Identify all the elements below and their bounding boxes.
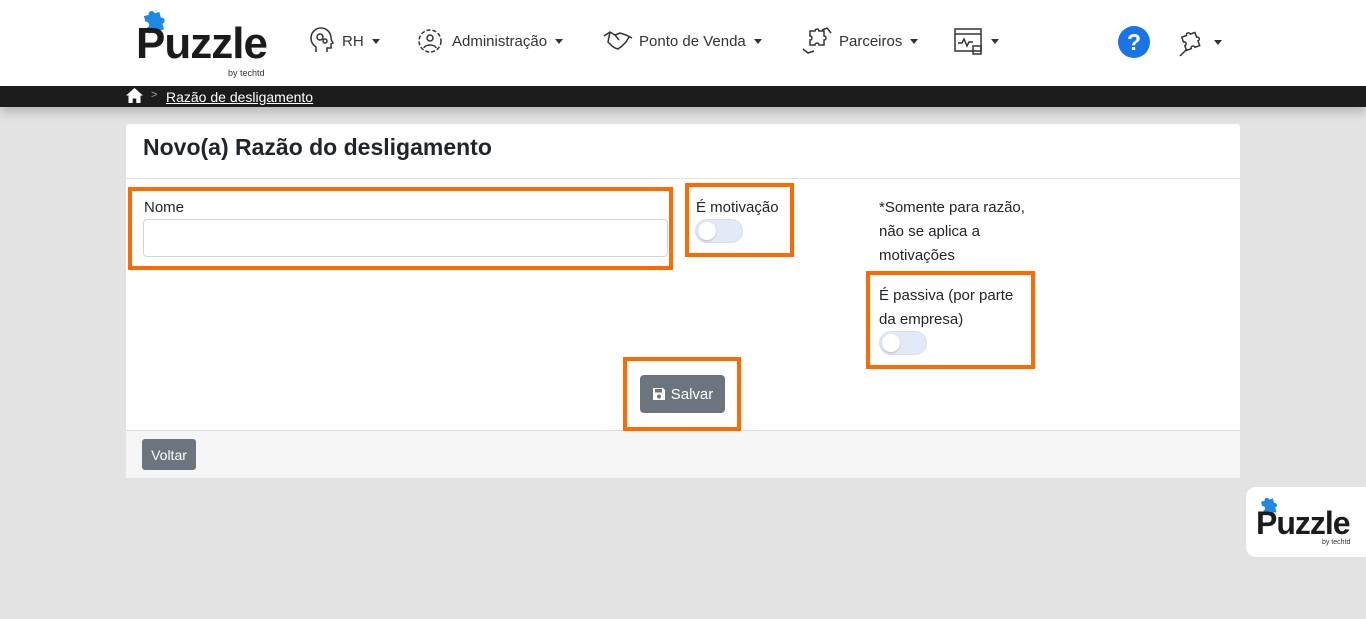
help-symbol: ? [1126,28,1142,55]
top-navbar: Puzzle by techtd RH Administração Ponto … [0,0,1366,86]
chevron-down-icon [910,38,919,44]
nav-parceiros-label: Parceiros [839,32,903,50]
nav-rh-label: RH [342,32,364,50]
card-footer [126,430,1240,478]
gear-person-icon [418,29,442,53]
home-icon[interactable] [126,88,143,103]
breadcrumb: > Razão de desligamento [0,86,1366,107]
breadcrumb-separator: > [151,89,158,101]
floating-brand-name: Puzzle [1256,505,1351,541]
motivacao-toggle[interactable] [695,219,743,243]
dashboard-icon [954,28,982,55]
passiva-label: É passiva (por parte da empresa) [879,287,1014,328]
chevron-down-icon [371,38,380,44]
toggle-knob [698,222,716,240]
settings-menu[interactable] [1176,25,1222,59]
nav-administracao[interactable]: Administração [414,24,564,58]
nav-administracao-label: Administração [452,32,548,50]
puzzle-settings-icon [1179,31,1201,57]
chevron-down-icon [991,38,999,44]
chevron-down-icon [1214,39,1222,45]
chevron-down-icon [555,38,564,44]
brand-tagline: by techtd [228,68,265,78]
page-title: Novo(a) Razão do desligamento [143,134,492,160]
motivacao-label: É motivação [696,199,779,216]
chevron-down-icon [753,38,762,44]
nav-ponto-de-venda[interactable]: Ponto de Venda [603,24,762,58]
note-text: *Somente para razão, não se aplica a mot… [879,199,1025,264]
toggle-knob [882,334,900,352]
passiva-toggle[interactable] [879,331,927,355]
nome-label: Nome [144,199,185,216]
card-header: Novo(a) Razão do desligamento [126,124,1240,179]
floating-brand-tagline: by techtd [1322,539,1351,546]
save-button-label: Salvar [670,385,714,403]
breadcrumb-link[interactable]: Razão de desligamento [166,89,313,105]
floating-brand-logo[interactable]: Puzzle by techtd [1246,487,1366,557]
nav-rh[interactable]: RH [306,24,380,58]
nav-ponto-de-venda-label: Ponto de Venda [639,32,746,50]
brand-logo[interactable]: Puzzle by techtd [136,10,276,80]
save-button[interactable]: Salvar [640,375,725,413]
brand-name: Puzzle [136,19,268,68]
head-gears-icon [310,27,335,52]
back-button-label: Voltar [151,446,187,463]
nav-parceiros[interactable]: Parceiros [801,24,919,58]
nome-input[interactable] [143,219,668,257]
save-icon [652,388,665,400]
back-button[interactable]: Voltar [142,439,196,470]
help-icon[interactable]: ? [1118,26,1150,58]
handshake-icon [603,31,633,50]
puzzle-hands-icon [802,27,832,54]
nav-dashboard[interactable] [953,24,999,58]
